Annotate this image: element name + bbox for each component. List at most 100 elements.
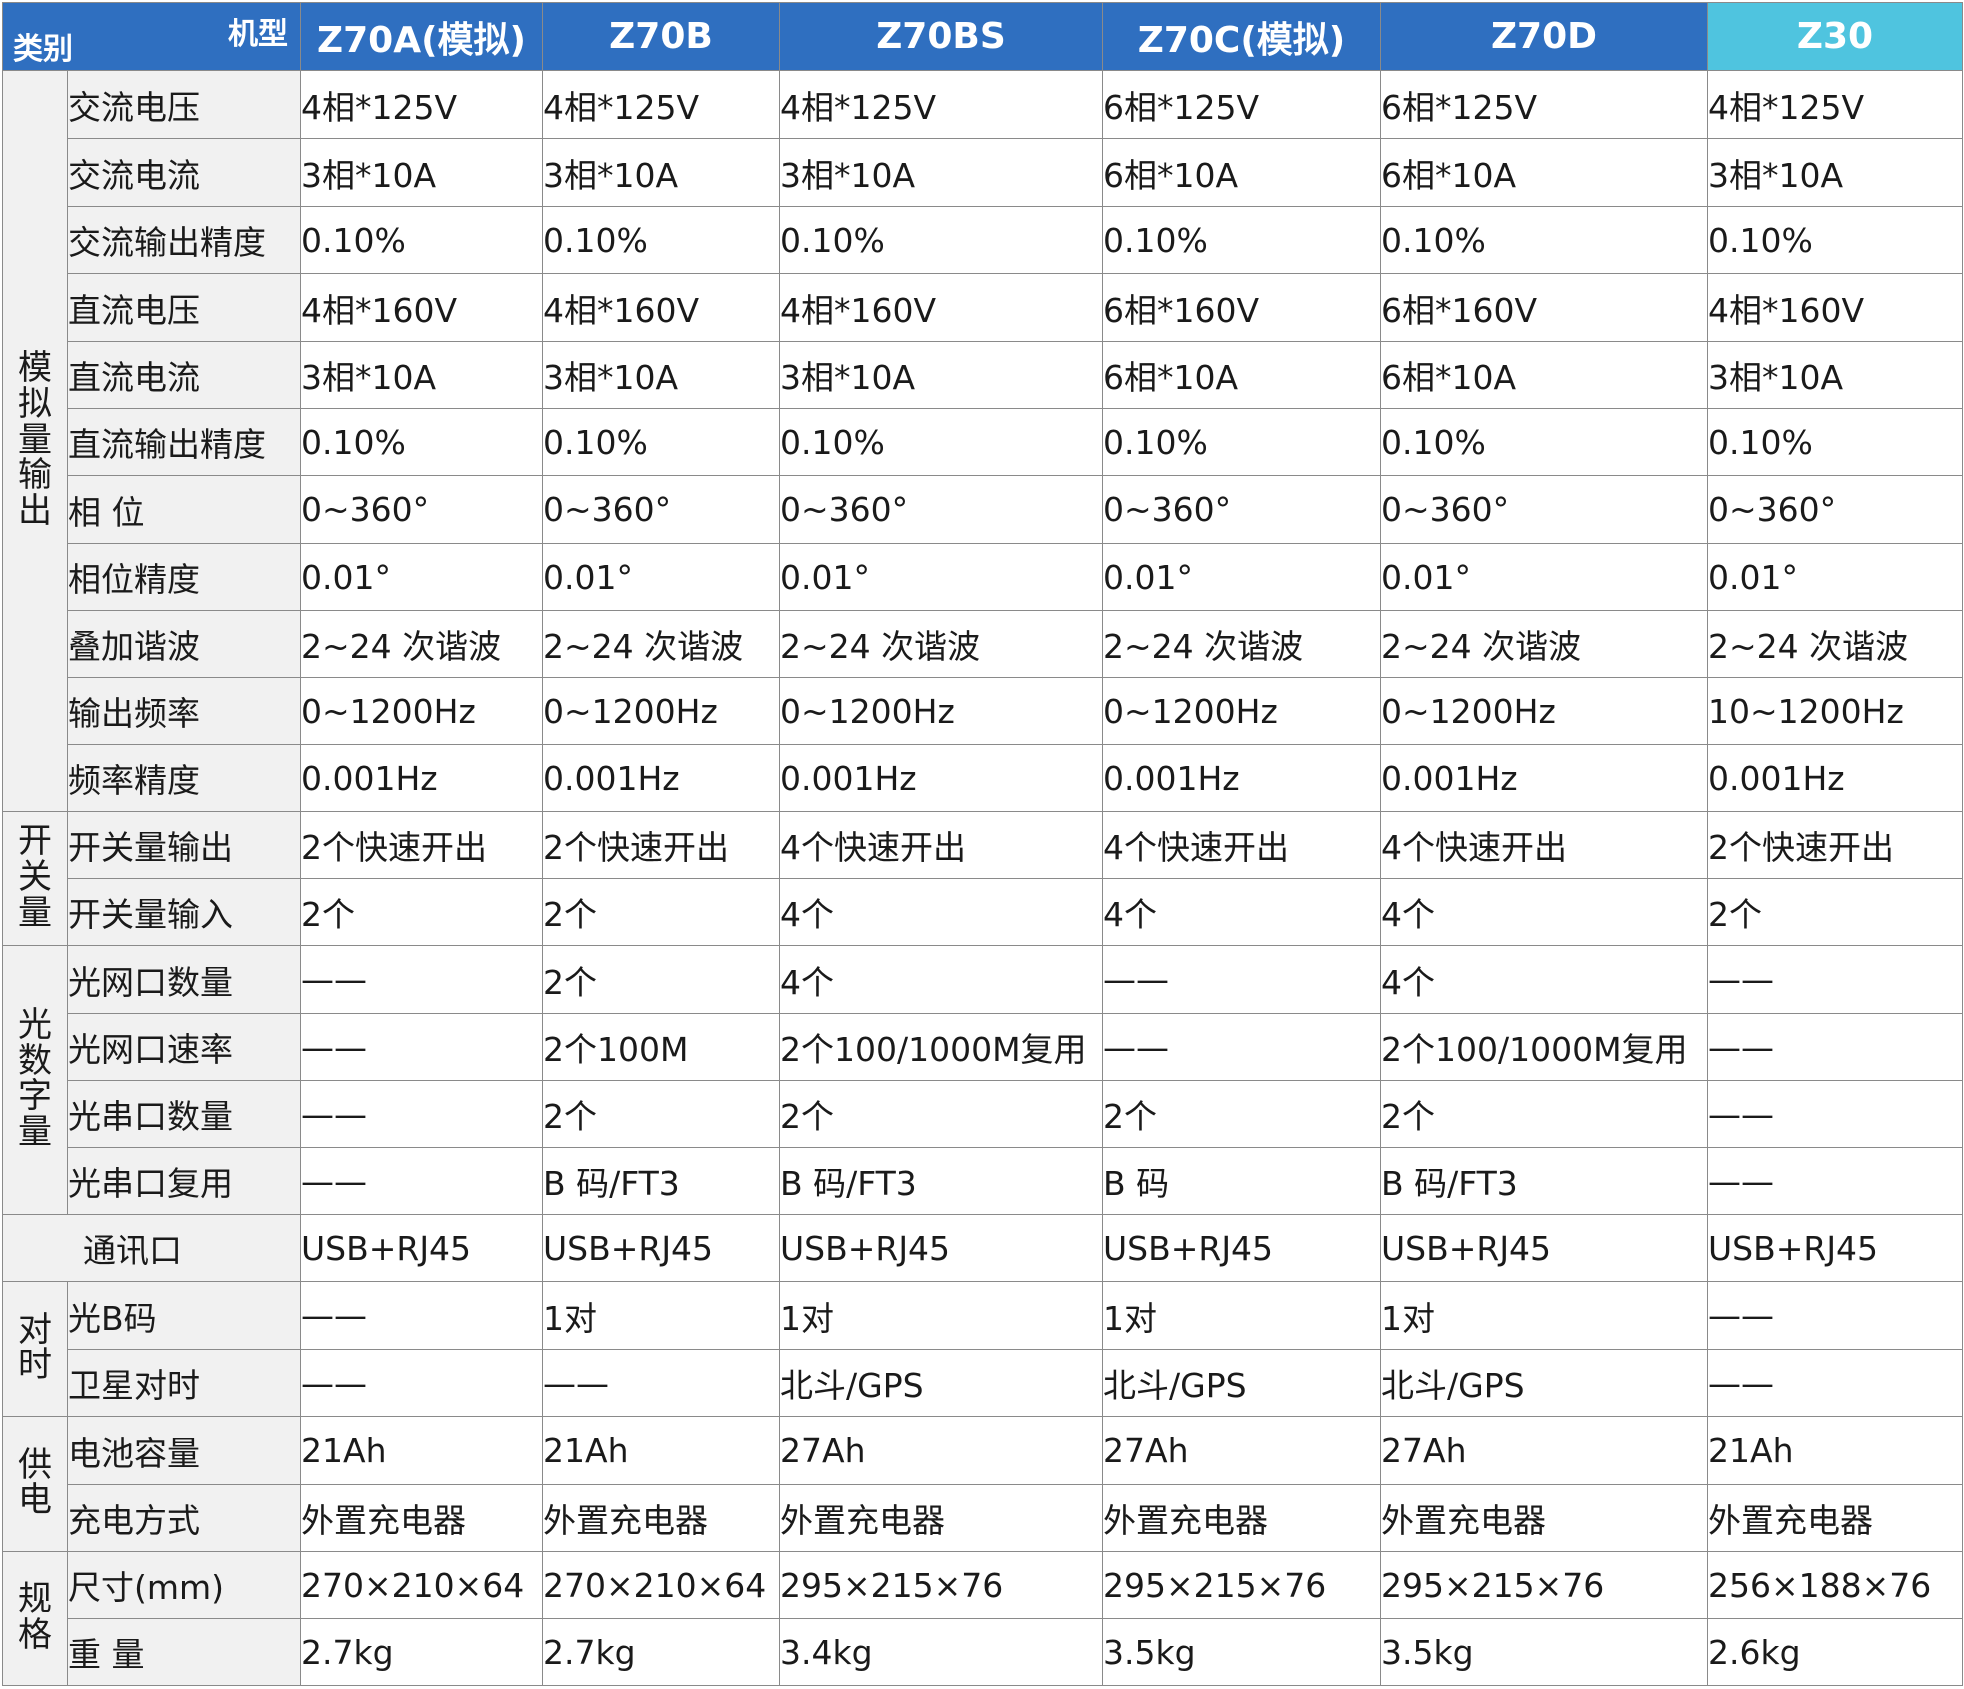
spec-value-cell: 295×215×76 <box>779 1551 1103 1619</box>
spec-value-cell: USB+RJ45 <box>1380 1214 1708 1282</box>
spec-value-cell: B 码/FT3 <box>542 1147 780 1215</box>
spec-value-cell: 1对 <box>1380 1281 1708 1350</box>
spec-value-cell: —— <box>1707 1080 1963 1148</box>
spec-value-cell: 4个快速开出 <box>779 811 1103 879</box>
spec-value-cell: 4个 <box>779 878 1103 946</box>
spec-value-cell: —— <box>300 1349 543 1417</box>
spec-value-cell: 4个 <box>1380 945 1708 1014</box>
spec-value-cell: 0.10% <box>542 206 780 274</box>
corner-model-label: 机型 <box>228 17 288 52</box>
spec-value-cell: 2~24 次谐波 <box>1380 610 1708 678</box>
spec-value-cell: 6相*160V <box>1380 273 1708 342</box>
spec-value-cell: 6相*160V <box>1102 273 1381 342</box>
spec-value-cell: 外置充电器 <box>1380 1484 1708 1552</box>
parameter-label: 重 量 <box>67 1618 301 1686</box>
spec-value-cell: 3相*10A <box>300 138 543 207</box>
spec-value-cell: 0.01° <box>1102 543 1381 611</box>
spec-value-cell: 295×215×76 <box>1102 1551 1381 1619</box>
spec-value-cell: 4相*125V <box>542 70 780 139</box>
parameter-label: 开关量输入 <box>67 878 301 946</box>
spec-value-cell: 2.6kg <box>1707 1618 1963 1686</box>
spec-value-cell: —— <box>300 1013 543 1081</box>
spec-row: 直流电流 3相*10A 3相*10A 3相*10A 6相*10A 6相*10A 3相*10A <box>3 341 1963 409</box>
spec-value-cell: 2个100M <box>542 1013 780 1081</box>
spec-value-cell: 3相*10A <box>1707 341 1963 409</box>
spec-value-cell: 0.10% <box>1102 206 1381 274</box>
spec-value-cell: 0~1200Hz <box>300 677 543 745</box>
spec-value-cell: 10~1200Hz <box>1707 677 1963 745</box>
spec-value-cell: 0.10% <box>1380 206 1708 274</box>
group-label-cell: 对时 <box>2 1281 68 1417</box>
parameter-label: 光串口复用 <box>67 1147 301 1215</box>
spec-value-cell: 0~1200Hz <box>542 677 780 745</box>
spec-value-cell: 4相*160V <box>542 273 780 342</box>
spec-value-cell: 4相*125V <box>1707 70 1963 139</box>
spec-value-cell: 0.10% <box>1707 206 1963 274</box>
spec-value-cell: 1对 <box>542 1281 780 1350</box>
spec-value-cell: 2个 <box>542 945 780 1014</box>
spec-row: 交流输出精度 0.10% 0.10% 0.10% 0.10% 0.10% 0.10% <box>3 206 1963 274</box>
group-label: 模拟量输出 <box>17 348 52 531</box>
group-label-cell: 开关量 <box>2 811 68 946</box>
spec-value-cell: 4个 <box>1380 878 1708 946</box>
spec-value-cell: 0~360° <box>1707 475 1963 544</box>
group-label: 光数字量 <box>17 1004 52 1153</box>
spec-table-body: 模拟量输出 交流电压 4相*125V 4相*125V 4相*125V 6相*125V 6相*… <box>2 70 1963 1686</box>
spec-value-cell: 0~1200Hz <box>1102 677 1381 745</box>
spec-row: 供电 电池容量 21Ah 21Ah 27Ah 27Ah 27Ah 21Ah <box>2 1416 1963 1552</box>
spec-value-cell: 21Ah <box>542 1416 780 1485</box>
spec-row: 开关量输入 2个 2个 4个 4个 4个 2个 <box>3 878 1963 946</box>
model-header-z70b: Z70B <box>542 2 780 71</box>
spec-row: 重 量 2.7kg 2.7kg 3.4kg 3.5kg 3.5kg 2.6kg <box>3 1618 1963 1686</box>
spec-value-cell: 2个100/1000M复用 <box>1380 1013 1708 1081</box>
model-header-z70d: Z70D <box>1380 2 1708 71</box>
spec-row: 直流电压 4相*160V 4相*160V 4相*160V 6相*160V 6相*160V 4… <box>3 273 1963 342</box>
model-header-z70bs: Z70BS <box>779 2 1103 71</box>
header-row: 机型 类别 Z70A(模拟) Z70B Z70BS Z70C(模拟) Z70D … <box>2 2 1963 71</box>
spec-value-cell: —— <box>1102 945 1381 1014</box>
group-label: 对时 <box>17 1309 52 1386</box>
spec-value-cell: 3.5kg <box>1380 1618 1708 1686</box>
spec-value-cell: B 码 <box>1102 1147 1381 1215</box>
parameter-label: 卫星对时 <box>67 1349 301 1417</box>
spec-value-cell: 2个 <box>542 878 780 946</box>
spec-value-cell: 3相*10A <box>542 341 780 409</box>
spec-comparison-table-container: 机型 类别 Z70A(模拟) Z70B Z70BS Z70C(模拟) Z70D … <box>2 2 1963 1686</box>
spec-value-cell: 1对 <box>1102 1281 1381 1350</box>
spec-value-cell: —— <box>300 1080 543 1148</box>
spec-row: 光串口复用 —— B 码/FT3 B 码/FT3 B 码B 码/FT3 —— <box>3 1147 1963 1215</box>
spec-value-cell: 2.7kg <box>542 1618 780 1686</box>
spec-value-cell: 0.001Hz <box>1707 744 1963 812</box>
spec-value-cell: 2个快速开出 <box>542 811 780 879</box>
header-corner-cell: 机型 类别 <box>2 2 301 71</box>
spec-value-cell: 2~24 次谐波 <box>542 610 780 678</box>
parameter-label: 充电方式 <box>67 1484 301 1552</box>
spec-value-cell: 27Ah <box>1380 1416 1708 1485</box>
spec-value-cell: B 码/FT3 <box>1380 1147 1708 1215</box>
spec-value-cell: 0.001Hz <box>779 744 1103 812</box>
spec-value-cell: 外置充电器 <box>779 1484 1103 1552</box>
spec-value-cell: 外置充电器 <box>300 1484 543 1552</box>
spec-value-cell: 2个 <box>1707 878 1963 946</box>
spec-value-cell: 3.5kg <box>1102 1618 1381 1686</box>
corner-class-label: 类别 <box>13 32 73 67</box>
spec-value-cell: 4相*125V <box>300 70 543 139</box>
spec-value-cell: 6相*10A <box>1102 341 1381 409</box>
spec-value-cell: —— <box>300 945 543 1014</box>
spec-value-cell: B 码/FT3 <box>779 1147 1103 1215</box>
spec-value-cell: 270×210×64 <box>300 1551 543 1619</box>
spec-value-cell: 0~360° <box>1380 475 1708 544</box>
spec-value-cell: 0.10% <box>300 206 543 274</box>
spec-value-cell: 27Ah <box>1102 1416 1381 1485</box>
spec-value-cell: 4个快速开出 <box>1102 811 1381 879</box>
spec-value-cell: USB+RJ45 <box>1707 1214 1963 1282</box>
spec-value-cell: 6相*10A <box>1102 138 1381 207</box>
spec-value-cell: —— <box>1102 1013 1381 1081</box>
spec-value-cell: 0.001Hz <box>1102 744 1381 812</box>
spec-value-cell: 27Ah <box>779 1416 1103 1485</box>
group-label-cell: 模拟量输出 <box>2 70 68 812</box>
parameter-label: 光串口数量 <box>67 1080 301 1148</box>
spec-value-cell: 0~360° <box>542 475 780 544</box>
spec-value-cell: 0~1200Hz <box>779 677 1103 745</box>
spec-value-cell: 0~360° <box>1102 475 1381 544</box>
